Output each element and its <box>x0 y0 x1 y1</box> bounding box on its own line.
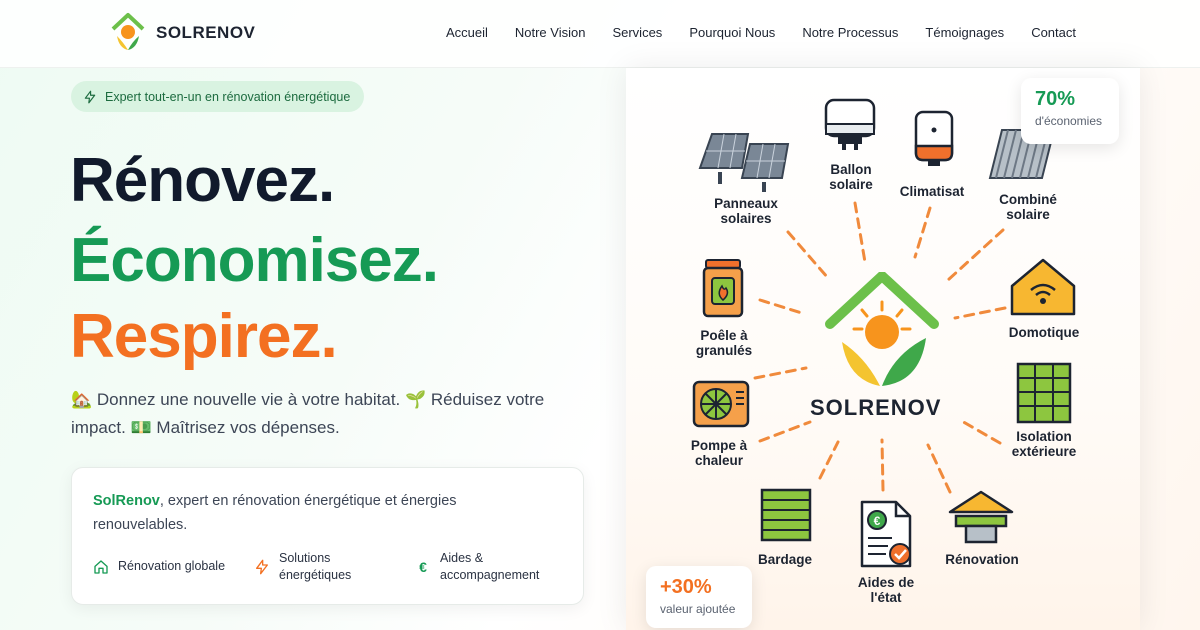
top-navbar: SOLRENOV Accueil Notre Vision Services P… <box>0 0 1200 68</box>
nav-item-contact[interactable]: Contact <box>1031 25 1076 40</box>
stat-label: valeur ajoutée <box>660 602 736 616</box>
service-panneaux-solaires: Panneaux solaires <box>714 196 778 226</box>
renovation-roof-icon <box>948 490 1014 544</box>
stat-card-valeur: +30% valeur ajoutée <box>646 566 752 628</box>
service-poele-granules: Poêle à granulés <box>695 328 753 358</box>
lightning-icon <box>84 90 96 103</box>
svg-text:€: € <box>874 514 881 528</box>
diagram-center-label: SOLRENOV <box>810 395 942 420</box>
pellet-stove-icon <box>702 259 744 318</box>
service-domotique: Domotique <box>1008 325 1080 340</box>
service-renovation: Rénovation <box>945 552 1019 567</box>
service-bardage: Bardage <box>757 552 813 567</box>
feature-label: Aides & accompagnement <box>440 551 540 582</box>
stat-card-economies: 70% d'économies <box>1021 78 1119 144</box>
service-combine-solaire: Combiné solaire <box>999 192 1057 222</box>
home-icon <box>94 559 108 574</box>
intro-card: SolRenov, expert en rénovation énergétiq… <box>71 467 584 605</box>
nav-item-temoignages[interactable]: Témoignages <box>925 25 1004 40</box>
insulation-panel-icon <box>1016 362 1072 424</box>
solrenov-center-logo <box>825 272 939 386</box>
stat-value: 70% <box>1035 88 1076 110</box>
feature-label: Rénovation globale <box>118 559 226 573</box>
nav-item-vision[interactable]: Notre Vision <box>515 25 586 40</box>
feature-renovation-globale: Rénovation globale <box>93 558 225 575</box>
house-sun-leaf-icon <box>111 13 145 50</box>
stat-label: d'économies <box>1035 114 1102 128</box>
smart-home-icon <box>1010 258 1076 316</box>
intro-card-brand: SolRenov <box>93 493 160 509</box>
nav-item-pourquoi[interactable]: Pourquoi Nous <box>689 25 775 40</box>
hero-title-line-2: Économisez. <box>70 226 439 295</box>
subsidy-document-icon: € <box>860 500 912 568</box>
service-aides-etat: Aides de l'état <box>857 575 915 605</box>
feature-label: Solutions énergétiques <box>279 551 352 582</box>
water-heater-icon <box>824 98 876 150</box>
air-conditioner-icon <box>914 110 954 166</box>
feature-aides-accompagnement: € Aides & accompagnement <box>415 550 555 584</box>
brand-logo[interactable]: SOLRENOV <box>110 12 255 54</box>
heat-pump-icon <box>692 380 750 428</box>
stat-value: +30% <box>660 576 712 598</box>
nav-item-services[interactable]: Services <box>612 25 662 40</box>
hero-badge: Expert tout-en-un en rénovation énergéti… <box>71 81 365 112</box>
service-pompe-chaleur: Pompe à chaleur <box>690 438 748 468</box>
euro-icon: € <box>419 558 427 575</box>
cladding-icon <box>760 488 812 542</box>
service-ballon-solaire: Ballon solaire <box>829 162 873 192</box>
hero-badge-label: Expert tout-en-un en rénovation énergéti… <box>105 89 351 104</box>
solar-panel-icon <box>698 133 790 192</box>
service-climatisation: Climatisat <box>899 184 965 199</box>
nav-item-accueil[interactable]: Accueil <box>446 25 488 40</box>
feature-solutions-energetiques: Solutions énergétiques <box>254 550 374 584</box>
nav-item-processus[interactable]: Notre Processus <box>802 25 898 40</box>
lightning-icon <box>256 559 268 575</box>
hero-title-line-1: Rénovez. <box>70 146 335 215</box>
brand-name: SOLRENOV <box>156 23 256 42</box>
hero-title-line-3: Respirez. <box>70 302 338 371</box>
intro-card-text: SolRenov, expert en rénovation énergétiq… <box>93 489 553 537</box>
hero-description: 🏡 Donnez une nouvelle vie à votre habita… <box>71 390 545 437</box>
nav-menu: Accueil Notre Vision Services Pourquoi N… <box>446 25 1076 40</box>
service-isolation-exterieure: Isolation extérieure <box>1011 429 1077 459</box>
